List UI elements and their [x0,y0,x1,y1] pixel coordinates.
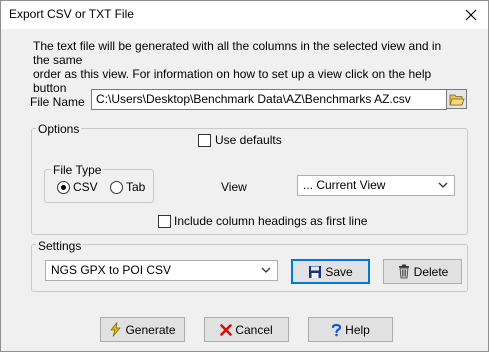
radio-tab-dot[interactable] [110,180,123,194]
chevron-down-icon [261,267,271,273]
radio-tab-label: Tab [126,180,146,194]
file-type-legend: File Type [51,163,104,177]
trash-can-icon [398,264,409,279]
radio-tab[interactable]: Tab [110,180,145,194]
lightning-icon [110,322,122,337]
open-folder-icon [448,94,465,105]
radio-csv-dot[interactable] [57,180,70,194]
generate-label: Generate [125,322,176,337]
close-icon [465,9,477,21]
include-headings-box[interactable] [158,214,171,228]
save-button[interactable]: Save [291,259,370,284]
delete-button[interactable]: Delete [383,259,462,284]
generate-button[interactable]: Generate [100,317,185,342]
cancel-button[interactable]: Cancel [204,317,289,342]
include-headings-label: Include column headings as first line [174,214,368,228]
use-defaults-box[interactable] [198,133,211,147]
browse-button[interactable] [446,89,467,109]
save-label: Save [325,264,353,279]
settings-preset-select[interactable]: NGS GPX to POI CSV [45,260,278,281]
floppy-disk-icon [309,265,322,278]
close-button[interactable] [454,1,488,29]
help-label: Help [345,322,370,337]
file-name-label: File Name [30,95,85,109]
use-defaults-label: Use defaults [215,133,282,147]
use-defaults-checkbox[interactable]: Use defaults [198,133,282,147]
question-icon [332,323,342,336]
help-button[interactable]: Help [308,317,393,342]
settings-legend: Settings [36,239,84,253]
view-select-value: ... Current View [303,178,386,192]
file-name-input[interactable]: C:\Users\Desktop\Benchmark Data\AZ\Bench… [91,89,447,110]
export-dialog: Export CSV or TXT File The text file wil… [0,0,489,352]
red-x-icon [220,323,233,336]
options-legend: Options [36,122,82,136]
intro-text: The text file will be generated with all… [33,39,453,95]
include-headings-checkbox[interactable]: Include column headings as first line [158,214,367,228]
view-label: View [221,180,247,194]
chevron-down-icon [438,182,448,188]
radio-csv-label: CSV [73,180,98,194]
settings-preset-value: NGS GPX to POI CSV [51,263,172,277]
delete-label: Delete [413,264,449,279]
window-title: Export CSV or TXT File [9,7,134,21]
intro-line-1: The text file will be generated with all… [33,39,442,67]
cancel-label: Cancel [235,322,273,337]
radio-csv[interactable]: CSV [57,180,98,194]
view-select[interactable]: ... Current View [297,175,455,196]
title-bar: Export CSV or TXT File [1,1,488,29]
